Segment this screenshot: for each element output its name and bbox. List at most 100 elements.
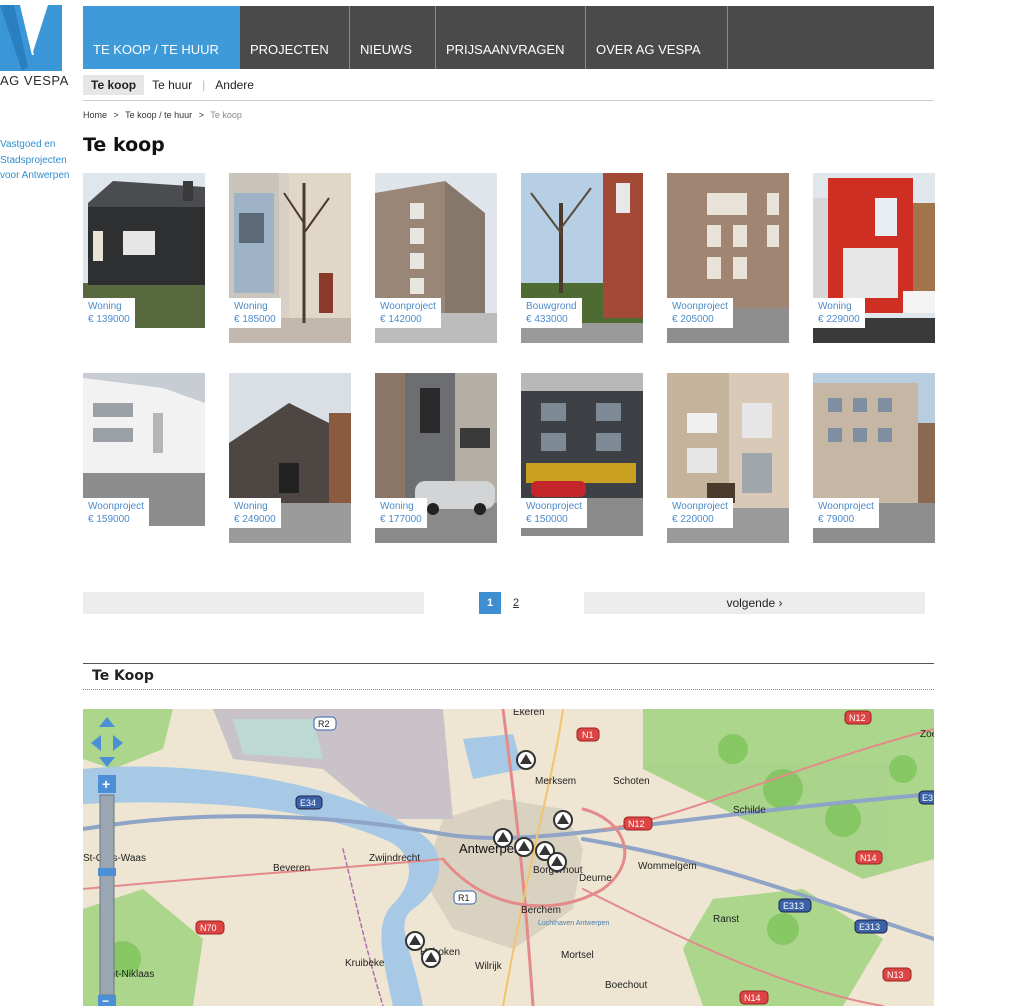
breadcrumb-te-koop-te-huur[interactable]: Te koop / te huur xyxy=(125,110,192,120)
svg-text:E313: E313 xyxy=(783,901,804,911)
listing-type: Woning xyxy=(234,501,268,512)
svg-text:N12: N12 xyxy=(849,713,866,723)
nav-over-ag-vespa[interactable]: OVER AG VESPA xyxy=(586,6,728,69)
nav-nieuws[interactable]: NIEUWS xyxy=(350,6,436,69)
property-marker[interactable] xyxy=(421,948,441,968)
map-label: Ekeren xyxy=(513,709,545,718)
page-number-current[interactable]: 1 xyxy=(479,592,501,614)
listing-caption: Woonproject € 150000 xyxy=(521,498,587,528)
map-canvas[interactable]: Ekeren Merksem Schoten Schilde Antwerpen… xyxy=(83,709,934,1006)
road-shield: N12 xyxy=(844,710,872,725)
map-zoom-control[interactable]: + − xyxy=(98,775,116,1006)
road-shield: N14 xyxy=(855,850,883,865)
nav-prijsaanvragen[interactable]: PRIJSAANVRAGEN xyxy=(436,6,586,69)
subnav-andere[interactable]: Andere xyxy=(207,75,262,95)
property-map[interactable]: Ekeren Merksem Schoten Schilde Antwerpen… xyxy=(83,709,934,1006)
listing-price: € 79000 xyxy=(818,514,855,525)
listing-caption: Woning € 249000 xyxy=(229,498,281,528)
main-nav: TE KOOP / TE HUUR PROJECTEN NIEUWS PRIJS… xyxy=(83,6,934,69)
listing-card[interactable]: Woonproject € 150000 xyxy=(521,373,643,536)
listing-card[interactable]: Woning € 229000 xyxy=(813,173,935,343)
breadcrumb: Home > Te koop / te huur > Te koop xyxy=(83,110,246,120)
breadcrumb-separator: > xyxy=(113,110,119,120)
listing-price: € 249000 xyxy=(234,514,276,525)
pagination-previous-placeholder xyxy=(83,592,424,614)
zoom-in-button[interactable]: + xyxy=(102,776,110,792)
map-label: Wilrijk xyxy=(475,961,503,972)
road-shield: N13 xyxy=(882,967,912,982)
svg-text:E313: E313 xyxy=(859,922,880,932)
listing-card[interactable]: Woning € 177000 xyxy=(375,373,497,543)
property-marker[interactable] xyxy=(547,852,567,872)
property-marker[interactable] xyxy=(514,837,534,857)
listing-card[interactable]: Woonproject € 159000 xyxy=(83,373,205,526)
listing-card[interactable]: Bouwgrond € 433000 xyxy=(521,173,643,343)
listing-caption: Woonproject € 159000 xyxy=(83,498,149,526)
listing-caption: Woonproject € 79000 xyxy=(813,498,879,528)
map-section-title: Te Koop xyxy=(92,668,154,684)
listing-price: € 229000 xyxy=(818,314,860,325)
subnav-separator: | xyxy=(202,78,206,92)
svg-text:N70: N70 xyxy=(200,923,217,933)
logo-text: AG VESPA xyxy=(0,73,69,88)
listing-price: € 220000 xyxy=(672,514,714,525)
listing-caption: Woonproject € 220000 xyxy=(667,498,733,528)
sub-nav: Te koop Te huur | Andere xyxy=(83,74,262,96)
subnav-te-huur[interactable]: Te huur xyxy=(144,75,200,95)
nav-te-koop-te-huur[interactable]: TE KOOP / TE HUUR xyxy=(83,6,240,69)
road-shield: N14 xyxy=(739,990,769,1005)
map-label: Ranst xyxy=(713,914,739,925)
page-title: Te koop xyxy=(83,134,165,156)
svg-text:R2: R2 xyxy=(318,719,330,729)
listing-price: € 205000 xyxy=(672,314,714,325)
map-label: Beveren xyxy=(273,863,310,874)
zoom-out-button[interactable]: − xyxy=(102,994,109,1006)
svg-text:N1: N1 xyxy=(582,730,594,740)
listing-card[interactable]: Woning € 139000 xyxy=(83,173,205,328)
listing-type: Woonproject xyxy=(380,301,436,312)
listing-card[interactable]: Woning € 185000 xyxy=(229,173,351,343)
breadcrumb-home[interactable]: Home xyxy=(83,110,107,120)
property-marker[interactable] xyxy=(405,931,425,951)
listing-price: € 185000 xyxy=(234,314,276,325)
listing-type: Woonproject xyxy=(818,501,874,512)
listing-card[interactable]: Woning € 249000 xyxy=(229,373,351,543)
page-number-link[interactable]: 2 xyxy=(505,592,527,614)
listing-price: € 433000 xyxy=(526,314,568,325)
listing-type: Woonproject xyxy=(672,501,728,512)
map-label: Mortsel xyxy=(561,950,594,961)
svg-text:N13: N13 xyxy=(887,970,904,980)
svg-text:R1: R1 xyxy=(458,893,470,903)
section-divider-dotted xyxy=(83,689,934,690)
nav-projecten[interactable]: PROJECTEN xyxy=(240,6,350,69)
road-shield: R2 xyxy=(313,716,337,731)
listing-type: Woonproject xyxy=(88,501,144,512)
road-shield: E313 xyxy=(778,898,812,913)
listing-caption: Woning € 229000 xyxy=(813,298,865,328)
map-label: Luchthaven Antwerpen xyxy=(538,920,609,927)
map-label: Deurne xyxy=(579,873,612,884)
listing-type: Woning xyxy=(380,501,414,512)
subnav-te-koop[interactable]: Te koop xyxy=(83,75,145,95)
next-page-button[interactable]: volgende › xyxy=(584,592,925,614)
map-label: Schoten xyxy=(613,776,650,787)
listing-type: Bouwgrond xyxy=(526,301,577,312)
listing-card[interactable]: Woonproject € 220000 xyxy=(667,373,789,543)
tagline: Vastgoed en Stadsprojecten voor Antwerpe… xyxy=(0,139,70,181)
listing-type: Woning xyxy=(88,301,122,312)
map-label: Zwijndrecht xyxy=(369,853,420,864)
listing-card[interactable]: Woonproject € 142000 xyxy=(375,173,497,343)
property-marker[interactable] xyxy=(493,828,513,848)
listing-type: Woonproject xyxy=(672,301,728,312)
listing-card[interactable]: Woonproject € 79000 xyxy=(813,373,935,543)
map-label: Kruibeke xyxy=(345,958,385,969)
property-marker[interactable] xyxy=(553,810,573,830)
map-label: Boechout xyxy=(605,980,647,991)
listing-type: Woonproject xyxy=(526,501,582,512)
property-marker[interactable] xyxy=(516,750,536,770)
listing-caption: Woonproject € 142000 xyxy=(375,298,441,328)
listing-type: Woning xyxy=(818,301,852,312)
listing-card[interactable]: Woonproject € 205000 xyxy=(667,173,789,343)
road-shield: E34 xyxy=(295,795,323,810)
road-shield: E3 xyxy=(918,790,934,805)
